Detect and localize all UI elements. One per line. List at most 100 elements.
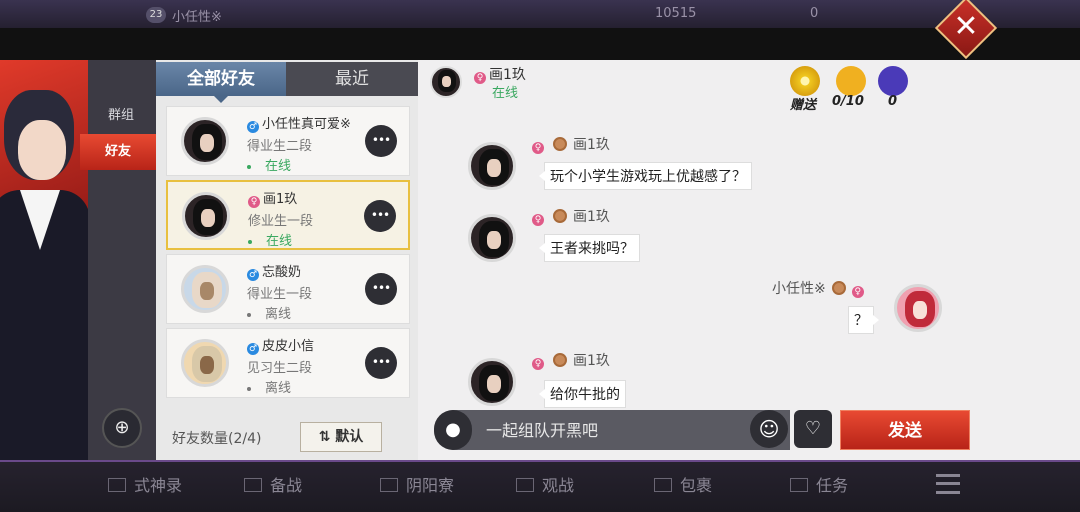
message-bubble: 王者来挑吗？ — [539, 234, 640, 262]
gift-other-count: 0 — [888, 94, 898, 109]
character-face — [18, 120, 66, 180]
tab-groups[interactable]: 群组 — [88, 100, 154, 132]
chat-partner-name: ♀ 画1玖 — [474, 64, 526, 84]
friend-status: 在线 — [247, 155, 291, 174]
female-icon: ♀ — [851, 286, 864, 298]
female-icon: ♀ — [532, 214, 544, 226]
shikigami-icon — [108, 478, 126, 492]
send-button[interactable]: 发送 — [840, 410, 970, 450]
character-illustration — [0, 60, 88, 460]
message-avatar[interactable] — [468, 214, 516, 262]
category-tabs: 群组 好友 ⊕ — [80, 60, 156, 460]
friend-card[interactable]: ♂ 小任性真可爱※ 得业生二段 在线 ••• — [166, 106, 410, 176]
friend-more-button[interactable]: ••• — [365, 347, 397, 379]
message-bubble-self: ？ — [848, 306, 879, 334]
add-friend-button[interactable]: ⊕ — [102, 408, 142, 448]
gift-stamina-icon[interactable] — [836, 66, 866, 96]
message-bubble: 玩个小学生游戏玩上优越感了？ — [539, 162, 752, 190]
active-tab-indicator — [214, 96, 228, 103]
friend-rank: 修业生一段 — [248, 214, 314, 229]
message-sender: ♀ 画1玖 — [532, 134, 610, 154]
rank-badge-icon — [553, 137, 567, 151]
header-band — [0, 28, 1080, 60]
nav-shikigami[interactable]: 式神录 — [108, 472, 182, 496]
friend-name: 皮皮小信 — [262, 339, 315, 354]
mic-icon[interactable]: ● — [434, 410, 472, 450]
gift-coin-icon[interactable] — [790, 66, 820, 96]
sort-button[interactable]: ⇅ 默认 — [300, 422, 382, 452]
chat-panel: ♀ 画1玖 在线 赠送 0/10 0 ♀ 画1玖 玩个小学生游戏玩上优越感了？ ♀ 画… — [418, 60, 1080, 460]
gift-received-count: 0/10 — [832, 94, 864, 109]
friend-card-selected[interactable]: ♀ 画1玖 修业生一段 在线 ••• — [166, 180, 410, 250]
friend-avatar — [181, 265, 229, 313]
friend-count-label: 好友数量(2/4) — [172, 431, 262, 447]
top-status-bar: 23 小任性※ 10515 0 — [0, 0, 1080, 28]
message-sender: ♀ 画1玖 — [532, 350, 610, 370]
female-icon: ♀ — [474, 72, 486, 84]
tab-recent[interactable]: 最近 — [286, 62, 418, 96]
bottom-nav: 式神录 备战 阴阳寮 观战 包裹 任务 — [0, 460, 1080, 512]
prepare-icon — [244, 478, 262, 492]
coin-count: 10515 — [655, 6, 697, 21]
menu-icon[interactable] — [936, 474, 960, 494]
friend-avatar — [181, 117, 229, 165]
friend-avatar — [182, 192, 230, 240]
nav-tasks[interactable]: 任务 — [790, 472, 848, 496]
friend-status: 离线 — [247, 303, 291, 322]
message-sender: ♀ 画1玖 — [532, 206, 610, 226]
nav-prepare[interactable]: 备战 — [244, 472, 302, 496]
message-bubble: 给你牛批的 — [539, 380, 626, 408]
emoji-icon[interactable]: ☺ — [750, 410, 788, 448]
friend-rank: 得业生二段 — [247, 139, 313, 154]
gift-charm-icon[interactable] — [878, 66, 908, 96]
friend-more-button[interactable]: ••• — [365, 125, 397, 157]
bag-icon — [654, 478, 672, 492]
self-avatar[interactable] — [894, 284, 942, 332]
tab-friends[interactable]: 好友 — [80, 134, 156, 170]
nav-spectate[interactable]: 观战 — [516, 472, 574, 496]
chat-input-bar: ● — [434, 410, 790, 450]
friend-more-button[interactable]: ••• — [364, 200, 396, 232]
female-icon: ♀ — [532, 142, 544, 154]
gift-send-label: 赠送 — [790, 98, 817, 113]
chat-input[interactable] — [474, 410, 764, 450]
nav-bag[interactable]: 包裹 — [654, 472, 712, 496]
spectate-icon — [516, 478, 534, 492]
friend-status: 离线 — [247, 377, 291, 396]
player-name: 小任性※ — [172, 10, 222, 25]
friend-name-row: ♀ 画1玖 — [248, 188, 297, 208]
message-avatar[interactable] — [468, 358, 516, 406]
sort-icon: ⇅ — [318, 429, 336, 445]
friend-avatar — [181, 339, 229, 387]
friend-card[interactable]: ♂ 皮皮小信 见习生二段 离线 ••• — [166, 328, 410, 398]
male-icon: ♂ — [247, 269, 259, 281]
male-icon: ♂ — [247, 121, 259, 133]
sticker-icon[interactable]: ♡ — [794, 410, 832, 448]
friend-card[interactable]: ♂ 忘酸奶 得业生一段 离线 ••• — [166, 254, 410, 324]
add-friend-icon: ⊕ — [114, 417, 130, 438]
friend-name: 小任性真可爱※ — [262, 117, 351, 132]
player-level-badge: 23 — [146, 7, 166, 23]
friend-more-button[interactable]: ••• — [365, 273, 397, 305]
friend-rank: 得业生一段 — [247, 287, 313, 302]
jade-count: 0 — [810, 6, 819, 21]
friend-name: 忘酸奶 — [262, 265, 302, 280]
rank-badge-icon — [553, 209, 567, 223]
message-sender-self: 小任性※ ♀ — [772, 278, 867, 298]
rank-badge-icon — [831, 281, 846, 295]
friend-status: 在线 — [248, 230, 292, 249]
friend-name-row: ♂ 皮皮小信 — [247, 335, 314, 355]
nav-guild[interactable]: 阴阳寮 — [380, 472, 454, 496]
guild-icon — [380, 478, 398, 492]
friend-rank: 见习生二段 — [247, 361, 313, 376]
friend-name: 画1玖 — [263, 192, 298, 207]
tasks-icon — [790, 478, 808, 492]
tab-all-friends[interactable]: 全部好友 — [156, 62, 286, 96]
chat-partner-avatar[interactable] — [430, 66, 462, 98]
message-avatar[interactable] — [468, 142, 516, 190]
friend-name-row: ♂ 忘酸奶 — [247, 261, 301, 281]
rank-badge-icon — [553, 353, 567, 367]
chat-partner-status: 在线 — [492, 86, 519, 101]
female-icon: ♀ — [248, 196, 260, 208]
close-icon[interactable]: ✕ — [944, 6, 988, 50]
